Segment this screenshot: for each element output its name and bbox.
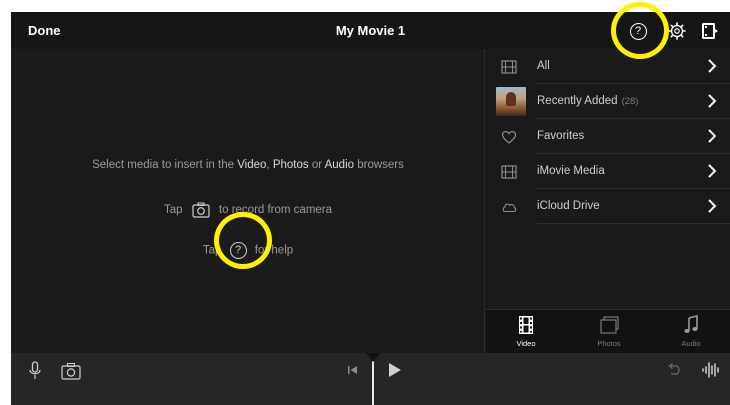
camera-icon[interactable] [61, 362, 81, 380]
help-suffix: for help [254, 244, 294, 257]
microphone-icon[interactable] [28, 361, 42, 381]
browser-item-all[interactable]: All [486, 49, 730, 84]
cloud-icon [502, 203, 517, 213]
tab-video[interactable]: Video [491, 310, 561, 354]
help-icon: ? [229, 242, 247, 259]
photos-icon [600, 316, 619, 334]
recent-thumbnail [496, 87, 526, 116]
film-icon [501, 165, 517, 179]
tap-prefix: Tap [163, 204, 183, 217]
film-icon [501, 60, 517, 74]
chevron-right-icon [708, 164, 717, 178]
select-media-instruction: Select media to insert in the Video, Pho… [11, 159, 485, 171]
browser-item-label: Favorites [537, 130, 585, 142]
video-word: Video [237, 159, 267, 171]
project-settings-button[interactable] [698, 19, 722, 43]
media-browser: All Recently Added (28) Favorites iMovie … [486, 49, 730, 353]
play-icon[interactable] [386, 361, 404, 379]
browser-item-label: iCloud Drive [537, 200, 600, 212]
heart-icon [501, 130, 517, 144]
settings-gear-icon [668, 22, 686, 40]
item-count: (28) [621, 96, 639, 107]
audio-waveform-icon[interactable] [701, 361, 721, 379]
browser-tab-bar: Video Photos Audio [486, 309, 730, 353]
browser-item-label: All [537, 60, 550, 72]
divider [537, 223, 730, 224]
browser-item-recently-added[interactable]: Recently Added (28) [486, 84, 730, 119]
media-viewer: Select media to insert in the Video, Pho… [11, 49, 485, 353]
browser-item-icloud-drive[interactable]: iCloud Drive [486, 189, 730, 224]
help-button[interactable]: ? [626, 19, 650, 43]
tab-label: Audio [681, 339, 701, 348]
help-tap-prefix: Tap [202, 244, 222, 257]
help-icon: ? [629, 22, 647, 40]
browser-item-label: iMovie Media [537, 165, 605, 177]
tab-photos[interactable]: Photos [574, 310, 644, 354]
film-strip-icon [519, 316, 533, 334]
record-suffix: to record from camera [218, 204, 333, 217]
chevron-right-icon [708, 94, 717, 108]
select-suffix: browsers [354, 159, 404, 171]
project-title: My Movie 1 [335, 23, 406, 38]
photos-word: Photos [272, 159, 309, 171]
skip-to-start-icon[interactable] [346, 363, 360, 377]
help-instruction: Tap ? for help [11, 242, 485, 259]
top-bar: Done My Movie 1 ? [11, 12, 730, 49]
project-settings-icon [702, 23, 718, 39]
timeline [11, 353, 730, 405]
music-note-icon [684, 315, 698, 333]
help-icon-glyph: ? [634, 24, 642, 37]
camera-icon [192, 202, 210, 218]
playhead-marker [366, 353, 380, 362]
browser-item-imovie-media[interactable]: iMovie Media [486, 154, 730, 189]
chevron-right-icon [708, 199, 717, 213]
select-prefix: Select media to insert in the [92, 159, 238, 171]
or-word: or [308, 159, 325, 171]
record-instruction: Tap to record from camera [11, 202, 485, 218]
audio-word: Audio [324, 159, 355, 171]
undo-icon[interactable] [665, 361, 683, 379]
tab-label: Video [516, 339, 536, 348]
chevron-right-icon [708, 129, 717, 143]
help-icon-glyph: ? [235, 244, 242, 256]
chevron-right-icon [708, 59, 717, 73]
settings-button[interactable] [665, 19, 689, 43]
imovie-app: Done My Movie 1 ? Select media to insert… [11, 12, 730, 405]
browser-item-label: Recently Added (28) [537, 95, 639, 107]
tab-audio[interactable]: Audio [656, 310, 726, 354]
tab-label: Photos [597, 339, 621, 348]
browser-item-favorites[interactable]: Favorites [486, 119, 730, 154]
